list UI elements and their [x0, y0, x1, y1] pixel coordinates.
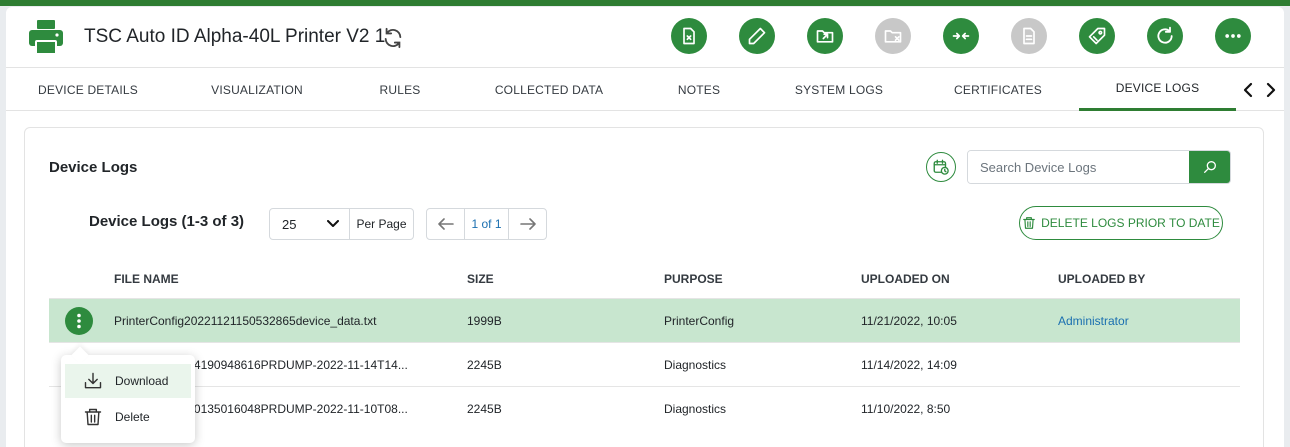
cell-size: 2245B — [467, 402, 502, 416]
tab-bar: DEVICE DETAILS VISUALIZATION RULES COLLE… — [6, 67, 1284, 111]
tag-icon — [1088, 27, 1106, 45]
row-menu-button[interactable] — [65, 307, 93, 335]
page-info: 1 of 1 — [464, 209, 509, 239]
per-page-label: Per Page — [356, 217, 407, 231]
export-button[interactable] — [807, 18, 843, 54]
cell-file-name: 21114190948616PRDUMP-2022-11-14T14... — [169, 358, 408, 372]
folder-export-icon — [816, 30, 834, 43]
delete-logs-prior-button[interactable]: DELETE LOGS PRIOR TO DATE — [1019, 206, 1223, 240]
col-uploaded-on[interactable]: UPLOADED ON — [861, 272, 950, 286]
search-input[interactable] — [968, 151, 1189, 183]
device-logs-table: FILE NAME SIZE PURPOSE UPLOADED ON UPLOA… — [49, 258, 1240, 430]
cell-size: 2245B — [467, 358, 502, 372]
delete-label: Delete — [115, 410, 150, 424]
pagination: 1 of 1 — [426, 208, 547, 240]
page-size-select[interactable]: 25 — [270, 209, 350, 239]
tab-collected-data[interactable]: COLLECTED DATA — [456, 68, 642, 111]
page-size-control: 25 Per Page — [269, 208, 414, 240]
cell-file-name: 21110135016048PRDUMP-2022-11-10T08... — [169, 402, 408, 416]
device-title: TSC Auto ID Alpha-40L Printer V2 1 — [84, 26, 386, 47]
app-window: TSC Auto ID Alpha-40L Printer V2 1 DEVIC… — [6, 7, 1284, 447]
download-label: Download — [115, 374, 169, 388]
calendar-clock-icon — [933, 159, 949, 175]
cell-uploaded-on: 11/10/2022, 8:50 — [861, 402, 951, 416]
row-context-menu: Download Delete — [61, 346, 195, 443]
chevron-left-icon — [1243, 82, 1253, 98]
cell-size: 1999B — [467, 314, 502, 328]
remove-folder-button — [875, 18, 911, 54]
folder-x-icon — [884, 30, 902, 43]
top-accent-bar — [0, 0, 1290, 6]
tab-certificates[interactable]: CERTIFICATES — [922, 68, 1074, 111]
table-row[interactable]: 21110135016048PRDUMP-2022-11-10T08... 22… — [49, 386, 1240, 430]
refresh-icon — [1157, 26, 1173, 44]
transfer-button[interactable] — [943, 18, 979, 54]
download-icon — [84, 372, 102, 389]
col-uploaded-by[interactable]: UPLOADED BY — [1058, 272, 1145, 286]
prev-page-button[interactable] — [427, 209, 464, 239]
download-menu-item[interactable]: Download — [65, 364, 191, 398]
refresh-button[interactable] — [1147, 18, 1183, 54]
log-count-label: Device Logs (1-3 of 3) — [89, 213, 245, 230]
chevron-down-icon — [327, 220, 339, 227]
tab-rules[interactable]: RULES — [344, 68, 456, 111]
tab-device-details[interactable]: DEVICE DETAILS — [6, 68, 170, 111]
tab-system-logs[interactable]: SYSTEM LOGS — [756, 68, 922, 111]
tag-button[interactable] — [1079, 18, 1115, 54]
delete-menu-item[interactable]: Delete — [65, 400, 191, 434]
edit-button[interactable] — [739, 18, 775, 54]
cell-purpose: PrinterConfig — [664, 314, 735, 328]
tabs-scroll-right[interactable] — [1260, 76, 1282, 104]
chevron-right-icon — [1266, 82, 1276, 98]
cell-uploaded-by-link[interactable]: Administrator — [1058, 314, 1129, 328]
col-size[interactable]: SIZE — [467, 272, 494, 286]
next-page-button[interactable] — [509, 209, 546, 239]
cell-purpose: Diagnostics — [664, 402, 727, 416]
tab-visualization[interactable]: VISUALIZATION — [170, 68, 344, 111]
tab-notes[interactable]: NOTES — [642, 68, 756, 111]
table-header: FILE NAME SIZE PURPOSE UPLOADED ON UPLOA… — [49, 258, 1240, 298]
date-filter-button[interactable] — [926, 152, 956, 182]
search-icon — [1204, 161, 1216, 173]
page-size-value: 25 — [282, 216, 297, 232]
cell-uploaded-on: 11/14/2022, 14:09 — [861, 358, 957, 372]
table-row[interactable]: 21114190948616PRDUMP-2022-11-14T14... 22… — [49, 342, 1240, 386]
printer-icon — [29, 20, 63, 55]
document-icon — [1023, 27, 1035, 45]
arrow-left-icon — [437, 218, 454, 230]
table-row[interactable]: PrinterConfig20221121150532865device_dat… — [49, 298, 1240, 342]
sync-icon[interactable] — [382, 27, 404, 49]
trash-icon — [1023, 217, 1035, 229]
trash-icon — [84, 408, 102, 426]
cell-file-name: PrinterConfig20221121150532865device_dat… — [114, 314, 377, 328]
col-purpose[interactable]: PURPOSE — [664, 272, 723, 286]
delete-logs-prior-label: DELETE LOGS PRIOR TO DATE — [1041, 216, 1220, 230]
more-button[interactable] — [1215, 18, 1251, 54]
device-logs-card: Device Logs Device Logs (1-3 of 3) 25 Pe… — [24, 127, 1264, 447]
pencil-icon — [748, 27, 766, 45]
tab-device-logs[interactable]: DEVICE LOGS — [1079, 68, 1236, 111]
cell-purpose: Diagnostics — [664, 358, 727, 372]
more-horizontal-icon — [1225, 34, 1241, 38]
arrows-in-icon — [952, 32, 970, 40]
search-box — [967, 150, 1231, 184]
tabs-scroll-left[interactable] — [1237, 76, 1259, 104]
more-vertical-icon — [77, 313, 81, 329]
card-title: Device Logs — [49, 159, 138, 176]
document-button — [1011, 18, 1047, 54]
arrow-right-icon — [519, 218, 536, 230]
search-button[interactable] — [1189, 151, 1230, 183]
col-file-name[interactable]: FILE NAME — [114, 272, 179, 286]
cell-uploaded-on: 11/21/2022, 10:05 — [861, 314, 957, 328]
remove-device-button[interactable] — [671, 18, 707, 54]
page-header: TSC Auto ID Alpha-40L Printer V2 1 — [6, 7, 1284, 67]
file-x-icon — [683, 27, 695, 45]
